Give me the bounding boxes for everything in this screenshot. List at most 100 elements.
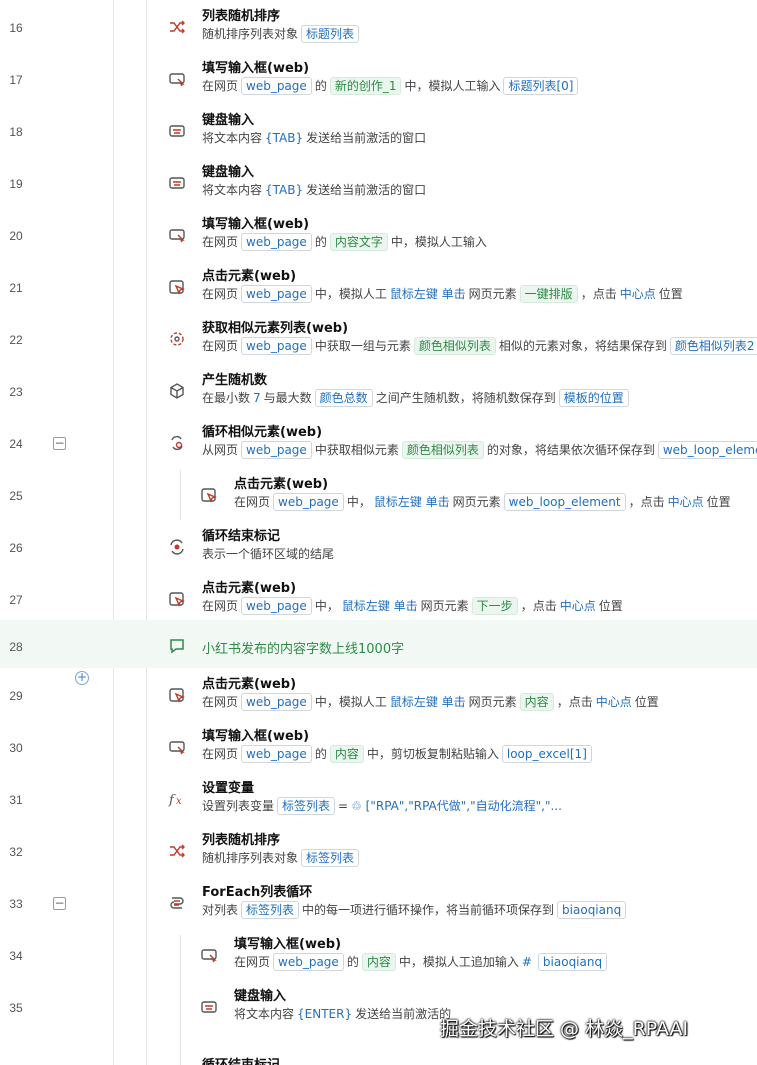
parameter-value[interactable]: ♲ ["RPA","RPA代做","自动化流程","...	[351, 799, 562, 813]
step-row[interactable]: 18 键盘输入 将文本内容 {TAB} 发送给当前激活的窗口	[0, 104, 757, 156]
line-number: 30	[9, 741, 23, 755]
description-text: 中，	[346, 495, 371, 509]
step-description: 表示一个循环区域的结尾	[202, 544, 334, 564]
variable-chip[interactable]: biaoqianq	[537, 953, 608, 971]
keyboard-icon	[200, 998, 218, 1016]
variable-chip[interactable]: web_page	[241, 337, 312, 355]
variable-chip[interactable]: web_page	[273, 493, 344, 511]
parameter-value[interactable]: 中心点	[596, 695, 632, 709]
variable-chip[interactable]: 颜色总数	[314, 389, 373, 407]
step-row[interactable]: 23 产生随机数 在最小数 7 与最大数 颜色总数 之间产生随机数，将随机数保存到 模板的位置	[0, 364, 757, 416]
step-row[interactable]: 24− 循环相似元素(web) 从网页 web_page 中获取相似元素 颜色相似列表 的对…	[0, 416, 757, 468]
step-row[interactable]: 31 f x 设置变量 设置列表变量 标签列表 = ♲ ["RPA","RPA代做","自动化…	[0, 772, 757, 824]
svg-text:x: x	[176, 796, 182, 807]
description-text: 在网页	[234, 955, 271, 969]
parameter-value[interactable]: 鼠标左键 单击	[374, 495, 450, 509]
description-text: 的	[346, 955, 359, 969]
input-box-icon	[168, 226, 186, 244]
step-description: 对列表 标签列表 中的每一项进行循环操作，将当前循环项保存到 biaoqianq	[202, 900, 629, 920]
variable-chip[interactable]: 标题列表	[301, 25, 360, 43]
step-row[interactable]: 20 填写输入框(web) 在网页 web_page 的内容文字 中，模拟人工输入	[0, 208, 757, 260]
collapse-toggle[interactable]: −	[53, 437, 66, 450]
parameter-value[interactable]: {ENTER}	[297, 1007, 352, 1021]
step-row[interactable]: 34 填写输入框(web) 在网页 web_page 的内容 中，模拟人工追加输入 # bia…	[0, 928, 757, 980]
variable-chip[interactable]: web_page	[241, 745, 312, 763]
line-number: 23	[9, 385, 23, 399]
variable-chip[interactable]: web_loop_eleme	[657, 441, 757, 459]
variable-chip[interactable]: web_page	[241, 597, 312, 615]
parameter-value[interactable]: 中心点	[620, 287, 656, 301]
variable-chip[interactable]: 颜色相似列表2	[669, 337, 757, 355]
input-box-icon	[168, 738, 186, 756]
step-row[interactable]: 26 循环结束标记 表示一个循环区域的结尾	[0, 520, 757, 572]
description-text: 将文本内容	[202, 183, 263, 197]
element-chip[interactable]: 下一步	[471, 597, 518, 615]
step-description: 在网页 web_page 中，模拟人工 鼠标左键 单击 网页元素 内容 ，点击 中心点 位置	[202, 692, 659, 712]
variable-chip[interactable]: web_page	[241, 77, 312, 95]
step-row[interactable]: 21 点击元素(web) 在网页 web_page 中，模拟人工 鼠标左键 单击 网页元素一…	[0, 260, 757, 312]
step-row[interactable]: 30 填写输入框(web) 在网页 web_page 的内容 中，剪切板复制粘贴输入 loo…	[0, 720, 757, 772]
variable-chip[interactable]: web_loop_element	[503, 493, 626, 511]
step-description: 在网页 web_page 中， 鼠标左键 单击 网页元素 下一步 ，点击 中心点 位置	[202, 596, 623, 616]
shuffle-icon	[168, 842, 186, 860]
step-row[interactable]: 29 点击元素(web) 在网页 web_page 中，模拟人工 鼠标左键 单击 网页元素内…	[0, 668, 757, 720]
description-text: 相似的元素对象，将结果保存到	[498, 339, 667, 353]
variable-chip[interactable]: loop_excel[1]	[501, 745, 592, 763]
element-chip[interactable]: 内容	[519, 693, 554, 711]
line-number: 17	[9, 73, 23, 87]
description-text: 网页元素	[468, 287, 517, 301]
parameter-value[interactable]: 中心点	[560, 599, 596, 613]
variable-chip[interactable]: web_page	[241, 285, 312, 303]
variable-chip[interactable]: 标题列表[0]	[503, 77, 579, 95]
parameter-value[interactable]: 7	[253, 391, 261, 405]
variable-chip[interactable]: web_page	[241, 693, 312, 711]
step-row[interactable]: 16 列表随机排序 随机排序列表对象 标题列表	[0, 0, 757, 52]
element-chip[interactable]: 内容	[329, 745, 364, 763]
parameter-value[interactable]: {TAB}	[265, 183, 303, 197]
step-row[interactable]: 25 点击元素(web) 在网页 web_page 中， 鼠标左键 单击 网页元素 web_l…	[0, 468, 757, 520]
description-text: 中，剪切板复制粘贴输入	[366, 747, 499, 761]
element-chip[interactable]: 内容	[361, 953, 396, 971]
description-text: 中获取相似元素	[314, 443, 399, 457]
element-chip[interactable]: 一键排版	[519, 285, 578, 303]
description-text: 在网页	[202, 287, 239, 301]
description-text: 设置列表变量	[202, 799, 275, 813]
variable-chip[interactable]: biaoqianq	[557, 901, 627, 919]
variable-chip[interactable]: 标签列表	[241, 901, 300, 919]
description-text: 随机排序列表对象	[202, 27, 299, 41]
collapse-toggle[interactable]: −	[53, 897, 66, 910]
variable-chip[interactable]: 标签列表	[277, 797, 336, 815]
parameter-value[interactable]: 中心点	[668, 495, 704, 509]
parameter-value[interactable]: 鼠标左键 单击	[342, 599, 418, 613]
element-chip[interactable]: 新的创作_1	[329, 77, 402, 95]
variable-chip[interactable]: web_page	[273, 953, 344, 971]
step-row[interactable]: 19 键盘输入 将文本内容 {TAB} 发送给当前激活的窗口	[0, 156, 757, 208]
parameter-value[interactable]: #	[522, 955, 532, 969]
element-chip[interactable]: 颜色相似列表	[401, 441, 484, 459]
variable-chip[interactable]: 标签列表	[301, 849, 360, 867]
step-title: 填写输入框(web)	[202, 61, 310, 76]
parameter-value[interactable]: {TAB}	[265, 131, 303, 145]
variable-chip[interactable]: web_page	[241, 441, 312, 459]
element-chip[interactable]: 颜色相似列表	[413, 337, 496, 355]
step-row[interactable]: 17 填写输入框(web) 在网页 web_page 的新的创作_1 中，模拟人工输入 标题…	[0, 52, 757, 104]
step-row[interactable]: 22 获取相似元素列表(web) 在网页 web_page 中获取一组与元素 颜色相似列表…	[0, 312, 757, 364]
step-row[interactable]: 32 列表随机排序 随机排序列表对象 标签列表	[0, 824, 757, 876]
step-row[interactable]: 27 点击元素(web) 在网页 web_page 中， 鼠标左键 单击 网页元素 下一步 ，点…	[0, 572, 757, 624]
insert-step-button[interactable]: +	[75, 671, 89, 685]
parameter-value[interactable]: 鼠标左键 单击	[390, 695, 466, 709]
description-text: 在网页	[202, 695, 239, 709]
step-description: 在网页 web_page 的内容文字 中，模拟人工输入	[202, 232, 487, 252]
element-chip[interactable]: 内容文字	[329, 233, 388, 251]
variable-chip[interactable]: 模板的位置	[558, 389, 629, 407]
description-text: =	[338, 799, 349, 813]
description-text: 发送给当前激活的	[355, 1007, 452, 1021]
step-row[interactable]: 33 − ForEach列表循环 对列表 标签列表 中的每一项进行循环操作，将当前循环项保…	[0, 876, 757, 928]
description-text: 位置	[658, 287, 683, 301]
step-title: ForEach列表循环	[202, 885, 313, 900]
description-text: 网页元素	[420, 599, 469, 613]
variable-chip[interactable]: web_page	[241, 233, 312, 251]
parameter-value[interactable]: 鼠标左键 单击	[390, 287, 466, 301]
step-description: 在最小数 7 与最大数 颜色总数 之间产生随机数，将随机数保存到 模板的位置	[202, 388, 632, 408]
step-row[interactable]: 28 小红书发布的内容字数上线1000字	[0, 620, 757, 668]
